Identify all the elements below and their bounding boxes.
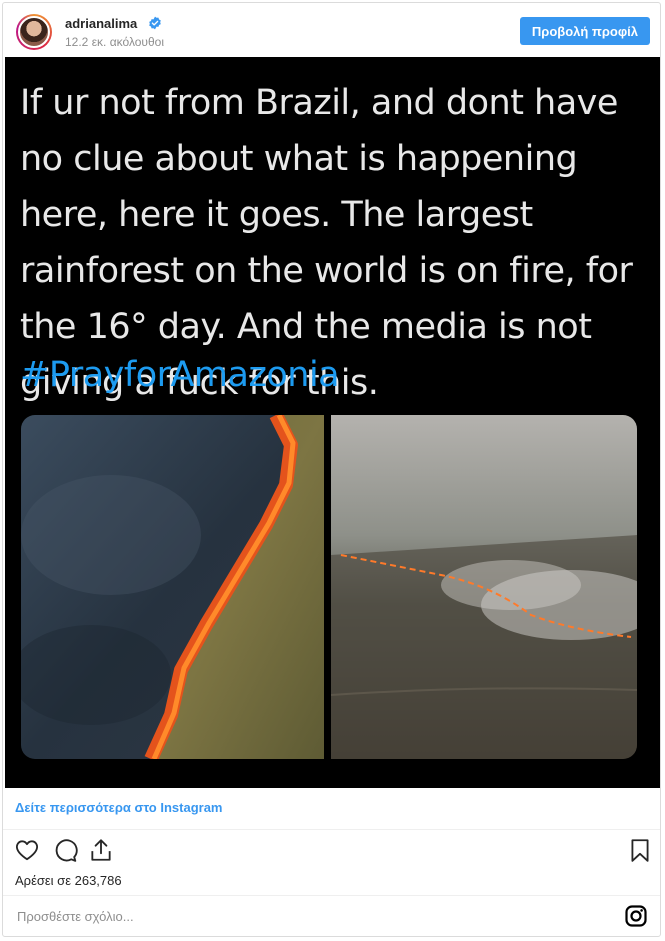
- divider: [3, 895, 660, 896]
- followers-count: 12.2 εκ. ακόλουθοι: [65, 35, 165, 49]
- verified-badge-icon: [149, 16, 161, 30]
- avatar-ring[interactable]: [16, 14, 52, 50]
- bookmark-icon[interactable]: [627, 837, 653, 863]
- comment-bubble-icon[interactable]: [52, 837, 78, 863]
- username[interactable]: adrianalima: [65, 16, 137, 31]
- avatar[interactable]: [18, 16, 50, 48]
- post-header: adrianalima 12.2 εκ. ακόλουθοι Προβολή π…: [3, 3, 660, 57]
- heart-icon[interactable]: [14, 837, 40, 863]
- post-media[interactable]: If ur not from Brazil, and dont have no …: [5, 57, 660, 788]
- fire-line-aerial-photo: [21, 415, 324, 759]
- view-more-on-instagram-link[interactable]: Δείτε περισσότερα στο Instagram: [15, 800, 223, 815]
- likes-count[interactable]: Αρέσει σε 263,786: [15, 873, 122, 888]
- action-bar: [3, 837, 660, 869]
- share-icon[interactable]: [88, 837, 114, 863]
- divider: [3, 829, 660, 830]
- comment-input[interactable]: [15, 908, 599, 925]
- instagram-embed-card: adrianalima 12.2 εκ. ακόλουθοι Προβολή π…: [2, 2, 661, 937]
- view-profile-button[interactable]: Προβολή προφίλ: [519, 17, 650, 45]
- smoke-landscape-aerial-photo: [331, 415, 637, 759]
- instagram-logo-icon[interactable]: [624, 904, 648, 928]
- hashtag: #PrayforAmazonia: [20, 355, 340, 395]
